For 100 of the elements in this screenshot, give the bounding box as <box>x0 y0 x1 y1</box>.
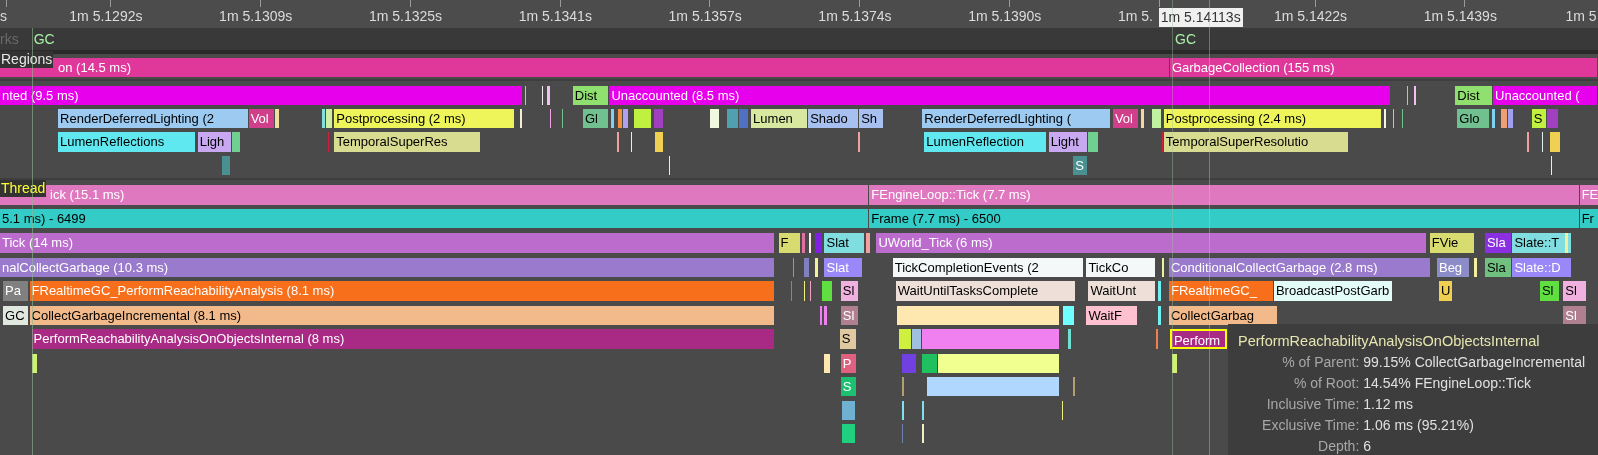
event-bar[interactable] <box>1157 305 1161 326</box>
timeline-event[interactable]: Unaccounted (8.5 ms) <box>609 85 1391 105</box>
event-bar[interactable] <box>322 109 326 129</box>
event-bar[interactable] <box>326 109 333 129</box>
event-bar[interactable] <box>896 305 1059 326</box>
event-bar[interactable] <box>1508 109 1514 129</box>
timeline-event[interactable]: Fr <box>1579 208 1598 229</box>
event-bar[interactable] <box>1068 329 1072 349</box>
timeline-event[interactable]: F <box>778 233 800 253</box>
event-bar[interactable] <box>1492 109 1496 129</box>
timeline-event[interactable]: PerformReachabilityAnalysisOnObjectsInternal (8 ms) <box>31 329 774 349</box>
timeline-event[interactable]: 5.1 ms) - 6499 <box>0 208 869 229</box>
timeline-event[interactable]: Sla <box>1484 233 1512 253</box>
event-bar[interactable] <box>1141 109 1145 129</box>
event-bar[interactable] <box>1062 305 1075 326</box>
timeline-event[interactable]: nted (9.5 ms) <box>0 85 522 105</box>
timeline-event[interactable]: Sla <box>1484 257 1512 278</box>
timeline-event[interactable]: Gl <box>582 109 609 129</box>
timeline-event[interactable]: S <box>1531 109 1547 129</box>
timeline-event[interactable]: TickCompletionEvents (2 <box>892 257 1084 278</box>
event-bar[interactable] <box>898 329 912 349</box>
event-bar[interactable] <box>922 353 937 373</box>
event-bar[interactable] <box>820 305 823 326</box>
timeline-event[interactable]: Sl <box>1563 281 1586 301</box>
event-bar[interactable] <box>922 423 925 444</box>
event-bar[interactable] <box>633 109 652 129</box>
timeline-event[interactable]: WaitF <box>1086 305 1138 326</box>
timeline-event[interactable]: Sl <box>840 281 859 301</box>
event-bar[interactable] <box>1172 353 1178 373</box>
event-bar[interactable] <box>519 109 522 129</box>
timeline-event[interactable]: TickCo <box>1086 257 1155 278</box>
event-bar[interactable] <box>616 132 619 152</box>
event-bar[interactable] <box>1073 377 1076 397</box>
timeline-event[interactable]: Dist <box>572 85 609 105</box>
event-bar[interactable] <box>858 132 861 152</box>
timeline-event[interactable]: Pa <box>3 281 28 301</box>
timeline-event[interactable]: Vol <box>1112 109 1139 129</box>
timeline-event[interactable]: Postprocessing (2.4 ms) <box>1163 109 1381 129</box>
event-bar[interactable] <box>275 109 280 129</box>
timeline-event[interactable]: Light <box>1048 132 1088 152</box>
timing-marker[interactable]: GC <box>1175 30 1197 48</box>
event-bar[interactable] <box>912 329 922 349</box>
event-bar[interactable] <box>622 109 628 129</box>
event-bar[interactable] <box>611 109 614 129</box>
timing-marker[interactable]: GC <box>33 30 55 48</box>
timeline-event[interactable]: Glo <box>1457 109 1489 129</box>
event-bar[interactable] <box>809 233 812 253</box>
event-bar[interactable] <box>1155 329 1158 349</box>
event-bar[interactable] <box>1501 109 1508 129</box>
timeline-event[interactable]: CollectGarbageIncremental (8.1 ms) <box>29 305 774 326</box>
timeline-event[interactable]: LumenReflections <box>58 132 195 152</box>
timeline-event[interactable]: TemporalSuperResolutio <box>1163 132 1349 152</box>
timeline-event[interactable]: S <box>1073 155 1088 176</box>
timeline-event[interactable]: Vol <box>248 109 275 129</box>
event-bar[interactable] <box>1413 85 1416 105</box>
event-bar[interactable] <box>31 353 37 373</box>
event-bar[interactable] <box>547 85 551 105</box>
timeline-event[interactable]: Postprocessing (2 ms) <box>334 109 514 129</box>
timeline-event[interactable]: Ligh <box>197 132 232 152</box>
timeline-event[interactable]: TemporalSuperRes <box>334 132 480 152</box>
timeline-event[interactable]: Dist <box>1455 85 1492 105</box>
event-bar[interactable] <box>841 423 856 444</box>
timeline-event[interactable]: BroadcastPostGarb <box>1273 281 1393 301</box>
timeline-event[interactable]: GC <box>3 305 28 326</box>
timeline-event[interactable]: RenderDeferredLighting (2 <box>58 109 248 129</box>
event-bar[interactable] <box>937 353 1059 373</box>
event-bar[interactable] <box>1526 132 1529 152</box>
timeline-event[interactable]: WaitUnt <box>1088 281 1155 301</box>
event-bar[interactable] <box>927 377 1059 397</box>
timeline-event[interactable]: S <box>839 329 857 349</box>
event-bar[interactable] <box>815 257 819 278</box>
timeline-event[interactable]: Slat <box>824 233 865 253</box>
timeline-event[interactable]: FVie <box>1429 233 1474 253</box>
event-bar[interactable] <box>901 377 904 397</box>
event-bar[interactable] <box>824 353 830 373</box>
timeline-event[interactable]: LumenReflection <box>924 132 1046 152</box>
event-bar[interactable] <box>841 400 856 420</box>
timeline-event[interactable]: Lumen <box>751 109 808 129</box>
event-bar[interactable] <box>1473 257 1477 278</box>
timeline-event[interactable]: Sl <box>1539 281 1560 301</box>
timeline-event[interactable]: CollectGarbag <box>1168 305 1277 326</box>
timeline-event[interactable]: Frame (7.7 ms) - 6500 <box>869 208 1579 229</box>
event-bar[interactable] <box>710 109 719 129</box>
event-bar[interactable] <box>824 305 827 326</box>
timeline-event[interactable]: Shado <box>808 109 859 129</box>
timeline-event[interactable]: U <box>1439 281 1453 301</box>
event-bar[interactable] <box>655 132 664 152</box>
timeline-event[interactable]: Sh <box>859 109 883 129</box>
event-bar[interactable] <box>1161 257 1164 278</box>
timeline-event[interactable]: Slate::T <box>1512 233 1571 253</box>
timeline-event[interactable]: RenderDeferredLighting ( <box>922 109 1110 129</box>
timeline-event[interactable]: Perform <box>1169 329 1228 349</box>
event-bar[interactable] <box>1157 281 1161 301</box>
event-bar[interactable] <box>617 109 622 129</box>
event-bar[interactable] <box>1550 132 1561 152</box>
event-bar[interactable] <box>901 400 904 420</box>
event-bar[interactable] <box>1383 109 1386 129</box>
event-bar[interactable] <box>866 233 871 253</box>
timeline-event[interactable]: Unaccounted ( <box>1493 85 1597 105</box>
timeline-event[interactable]: WaitUntilTasksComplete <box>895 281 1076 301</box>
